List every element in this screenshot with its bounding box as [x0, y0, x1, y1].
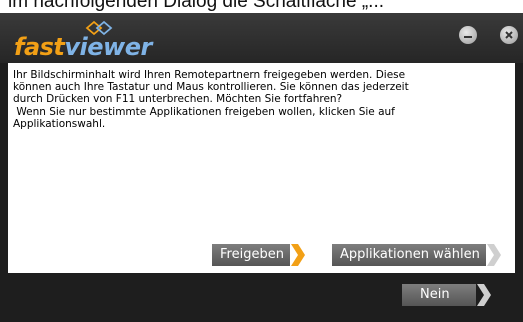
close-icon [505, 31, 513, 39]
chevron-right-icon [290, 244, 305, 266]
minimize-button[interactable] [459, 26, 477, 44]
no-button-label: Nein [402, 284, 476, 306]
dialog-titlebar: fastviewer [0, 13, 523, 63]
dialog-message: Ihr Bildschirminhalt wird Ihren Remotepa… [13, 69, 513, 130]
dialog-footer: Nein [0, 273, 523, 322]
logo-text-fast: fast [14, 33, 65, 61]
choose-applications-button[interactable]: Applikationen wählen [332, 243, 502, 267]
share-button-label: Freigeben [212, 244, 290, 266]
no-button[interactable]: Nein [402, 283, 492, 307]
chevron-right-icon [486, 244, 501, 266]
page-caption-text: im nachfolgenden Dialog die Schaltfläche… [8, 0, 385, 12]
message-paragraph-2: Wenn Sie nur bestimmte Applikationen fre… [13, 105, 395, 130]
fastviewer-logo: fastviewer [14, 20, 204, 61]
logo-text-viewer: viewer [64, 33, 152, 61]
message-panel: Ihr Bildschirminhalt wird Ihren Remotepa… [8, 63, 515, 273]
choose-applications-button-label: Applikationen wählen [332, 244, 486, 266]
chevron-right-icon [476, 284, 491, 306]
close-button[interactable] [500, 26, 518, 44]
share-button[interactable]: Freigeben [212, 243, 306, 267]
minimize-icon [464, 36, 472, 38]
message-paragraph-1: Ihr Bildschirminhalt wird Ihren Remotepa… [13, 69, 409, 106]
share-dialog: fastviewer Ihr Bildschirminhalt wird Ihr… [0, 13, 523, 322]
logo-text: fastviewer [14, 33, 152, 61]
